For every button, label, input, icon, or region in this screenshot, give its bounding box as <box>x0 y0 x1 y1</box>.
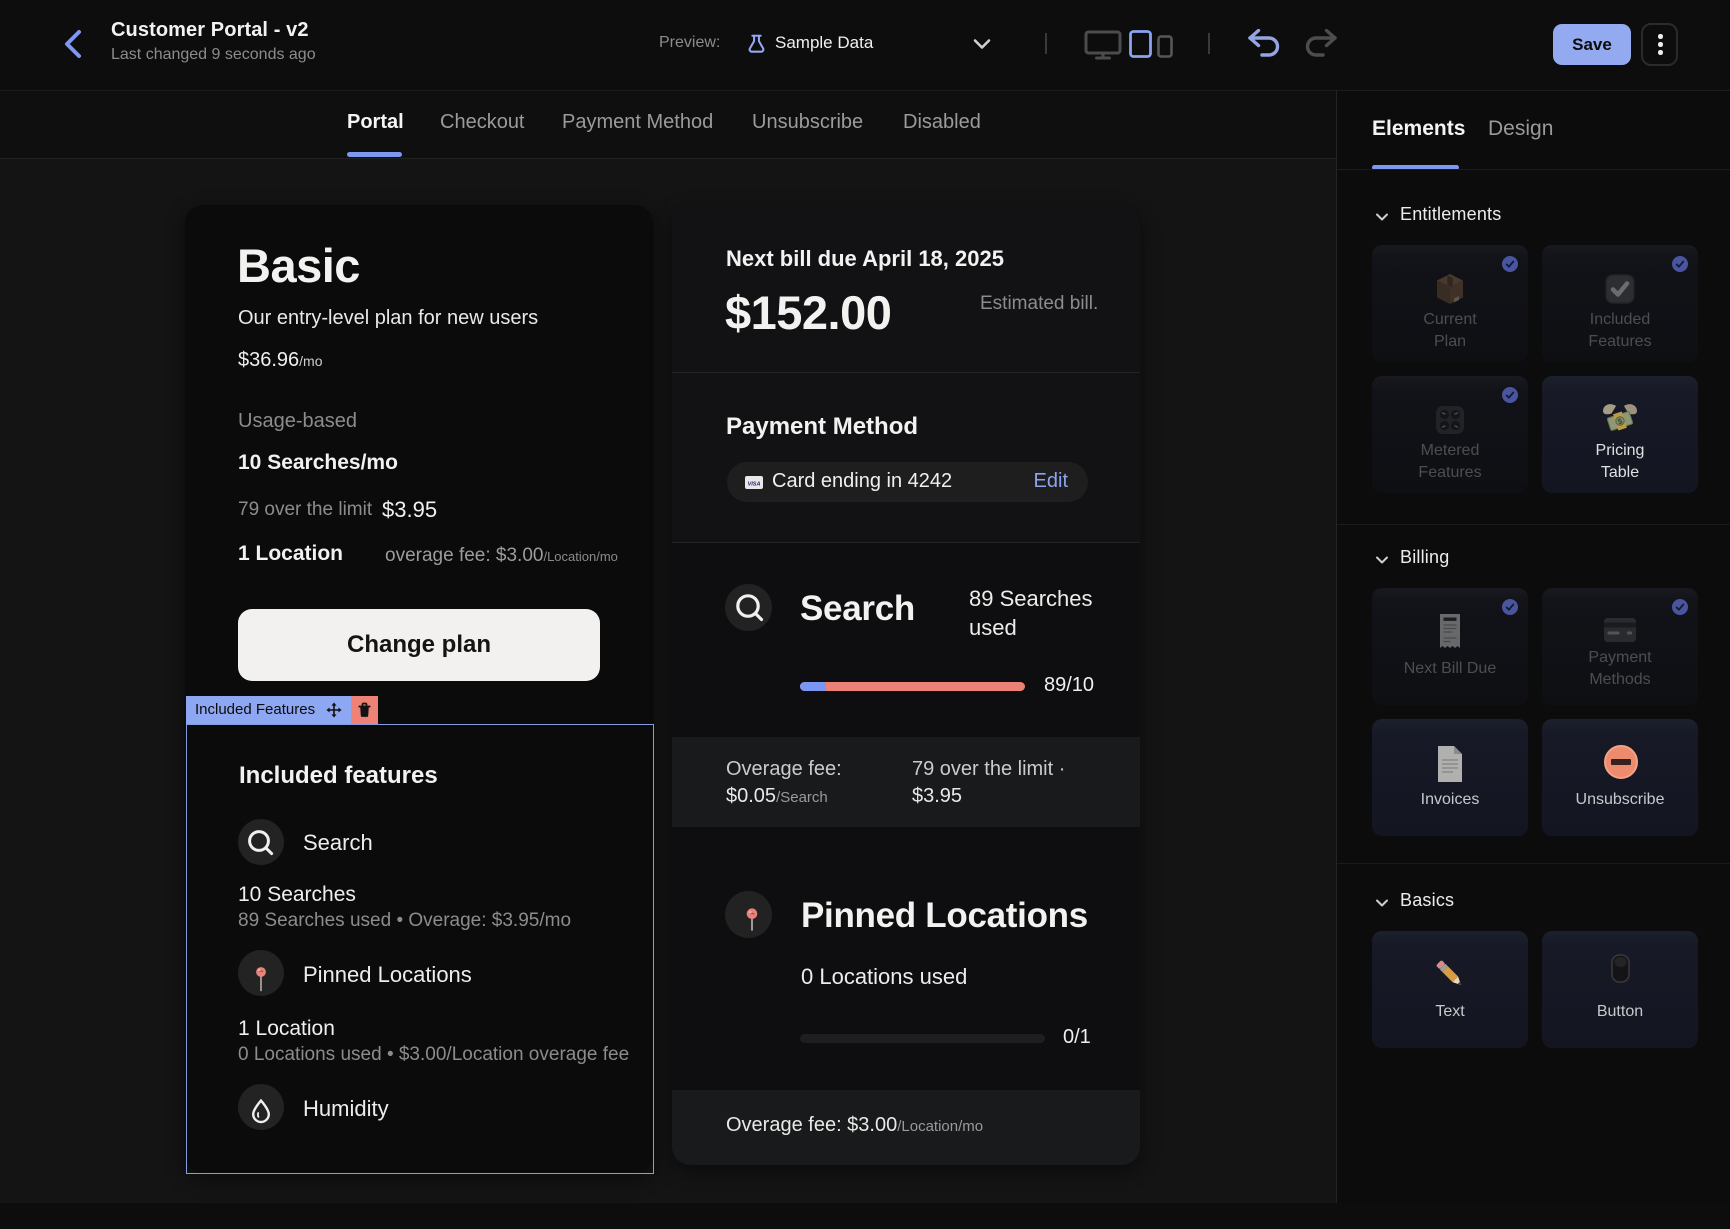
svg-text:VISA: VISA <box>748 482 761 488</box>
